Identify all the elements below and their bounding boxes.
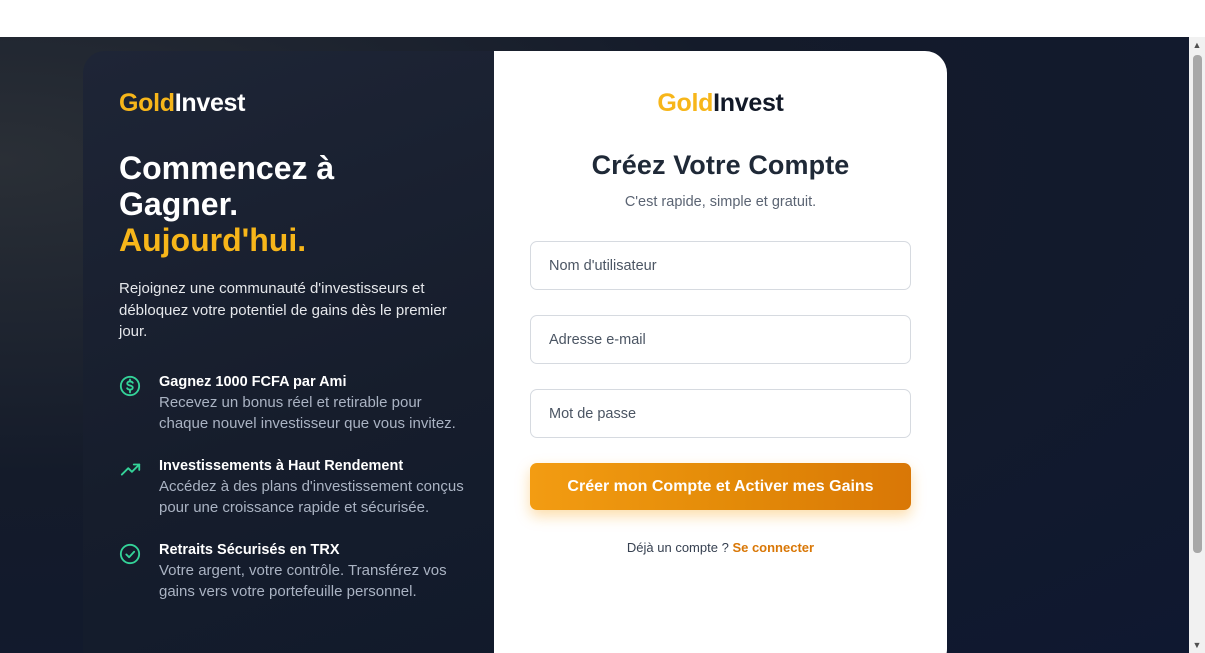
feature-description: Recevez un bonus réel et retirable pour … [159, 393, 456, 433]
trending-up-icon [119, 457, 159, 519]
login-prompt: Déjà un compte ? [626, 540, 729, 555]
hero-intro: Rejoignez une communauté d'investisseurs… [119, 280, 447, 340]
scrollbar-thumb[interactable] [1193, 55, 1202, 553]
form-title: Créez Votre Compte [591, 150, 850, 180]
feature-item: Retraits Sécurisés en TRX Votre argent, … [119, 541, 458, 603]
signup-card: GoldInvest Commencez à Gagner. Aujourd'h… [83, 51, 947, 653]
brand-logo[interactable]: GoldInvest [530, 89, 911, 118]
create-account-button[interactable]: Créer mon Compte et Activer mes Gains [530, 463, 911, 510]
headline-line-1: Commencez à [119, 150, 335, 186]
brand-logo-invest: Invest [174, 89, 246, 117]
headline-line-2: Gagner. [119, 186, 239, 222]
login-prompt-line: Déjà un compte ? Se connecter [530, 540, 911, 555]
signup-form: Créer mon Compte et Activer mes Gains [530, 241, 911, 510]
scroll-up-arrow-icon[interactable]: ▲ [1189, 37, 1205, 53]
scroll-down-arrow-icon[interactable]: ▼ [1189, 637, 1205, 653]
brand-logo[interactable]: GoldInvest [119, 89, 458, 118]
feature-description: Votre argent, votre contrôle. Transférez… [159, 561, 447, 601]
username-input[interactable] [530, 241, 911, 290]
promo-panel: GoldInvest Commencez à Gagner. Aujourd'h… [83, 51, 494, 653]
hero-headline: Commencez à Gagner. Aujourd'hui. [119, 150, 458, 258]
page-viewport: GoldInvest Commencez à Gagner. Aujourd'h… [0, 37, 1189, 653]
headline-accent: Aujourd'hui. [119, 222, 307, 258]
email-input[interactable] [530, 315, 911, 364]
password-input[interactable] [530, 389, 911, 438]
dollar-circle-icon [119, 373, 159, 435]
browser-top-bar [0, 0, 1205, 37]
feature-list: Gagnez 1000 FCFA par Ami Recevez un bonu… [119, 373, 464, 603]
brand-logo-invest: Invest [713, 89, 784, 117]
feature-description: Accédez à des plans d'investissement con… [159, 477, 464, 517]
signup-form-panel: GoldInvest Créez Votre Compte C'est rapi… [494, 51, 947, 653]
check-circle-icon [119, 541, 159, 603]
feature-title: Investissements à Haut Rendement [159, 457, 404, 474]
form-subtitle: C'est rapide, simple et gratuit. [624, 194, 817, 210]
feature-title: Retraits Sécurisés en TRX [159, 541, 340, 558]
login-link[interactable]: Se connecter [732, 540, 814, 555]
feature-item: Investissements à Haut Rendement Accédez… [119, 457, 464, 519]
feature-title: Gagnez 1000 FCFA par Ami [159, 373, 347, 390]
brand-logo-gold: Gold [657, 89, 714, 117]
feature-item: Gagnez 1000 FCFA par Ami Recevez un bonu… [119, 373, 458, 435]
vertical-scrollbar[interactable]: ▲ ▼ [1189, 37, 1205, 653]
brand-logo-gold: Gold [119, 89, 175, 117]
